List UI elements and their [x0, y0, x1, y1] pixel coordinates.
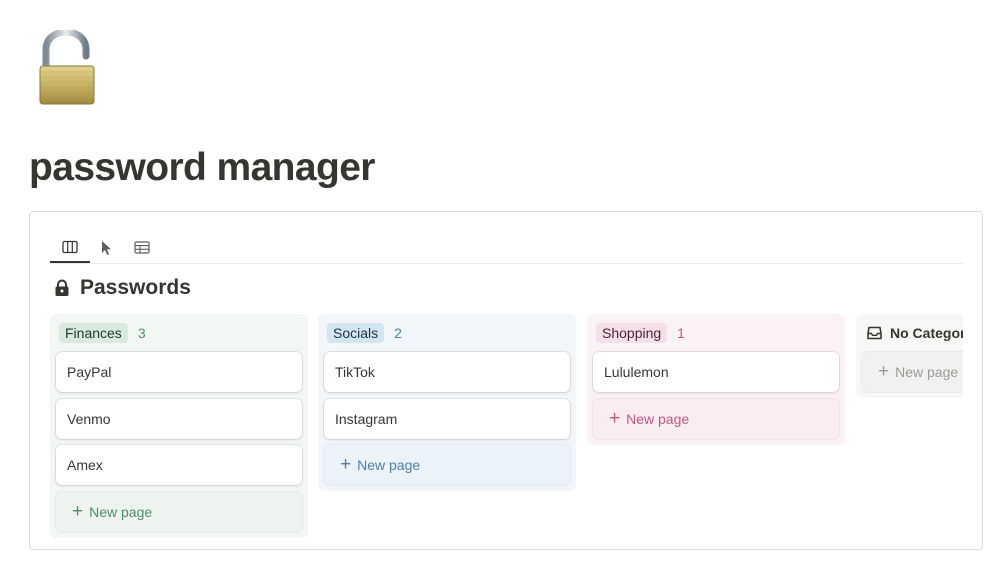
column-label[interactable]: Shopping [596, 323, 668, 343]
plus-icon: + [72, 500, 84, 522]
card-item[interactable]: Amex [56, 445, 302, 485]
column-count: 3 [137, 325, 146, 341]
page-title[interactable]: password manager [29, 146, 375, 190]
board-columns: Finances 3 PayPal Venmo Amex + New page … [50, 314, 963, 549]
column-header: Finances 3 [56, 320, 302, 346]
new-page-label: New page [895, 364, 959, 380]
board-view-icon [62, 240, 78, 253]
card-item[interactable]: Venmo [56, 398, 302, 439]
column-count: 2 [394, 325, 402, 341]
plus-icon: + [609, 407, 621, 429]
database-board: Passwords Finances 3 PayPal Venmo Amex +… [29, 211, 983, 550]
table-view-tab[interactable] [122, 232, 162, 263]
cursor-view-tab[interactable] [86, 232, 126, 263]
column-header: Shopping 1 [593, 320, 839, 346]
new-page-label: New page [357, 457, 421, 473]
cursor-icon [102, 240, 111, 255]
new-page-button[interactable]: + New page [862, 352, 963, 392]
column-shopping: Shopping 1 Lululemon + New page [587, 314, 845, 445]
column-no-category: No Category + New page [856, 314, 963, 398]
inbox-icon [867, 326, 882, 340]
column-count: 1 [677, 325, 685, 341]
board-view-tab[interactable] [50, 232, 90, 263]
new-page-button[interactable]: + New page [593, 398, 839, 439]
column-header: No Category [862, 320, 963, 346]
plus-icon: + [878, 361, 890, 382]
new-page-label: New page [89, 503, 153, 520]
column-label[interactable]: Socials [327, 323, 385, 343]
new-page-button[interactable]: + New page [324, 445, 570, 485]
card-item[interactable]: TikTok [324, 352, 570, 392]
plus-icon: + [340, 454, 352, 475]
card-item[interactable]: Lululemon [593, 352, 839, 392]
database-title[interactable]: Passwords [54, 276, 191, 300]
new-page-button[interactable]: + New page [56, 491, 302, 532]
column-finances: Finances 3 PayPal Venmo Amex + New page [50, 314, 308, 538]
database-title-text: Passwords [80, 276, 191, 299]
column-label[interactable]: Finances [59, 323, 128, 343]
card-item[interactable]: PayPal [56, 352, 302, 392]
column-header: Socials 2 [324, 320, 570, 346]
open-padlock-icon[interactable] [36, 28, 98, 108]
column-label[interactable]: No Category [890, 325, 963, 341]
card-item[interactable]: Instagram [324, 398, 570, 439]
new-page-label: New page [626, 410, 690, 427]
lock-icon [55, 279, 69, 296]
view-tabs [50, 232, 963, 264]
table-view-icon [134, 241, 150, 254]
column-socials: Socials 2 TikTok Instagram + New page [318, 314, 576, 491]
